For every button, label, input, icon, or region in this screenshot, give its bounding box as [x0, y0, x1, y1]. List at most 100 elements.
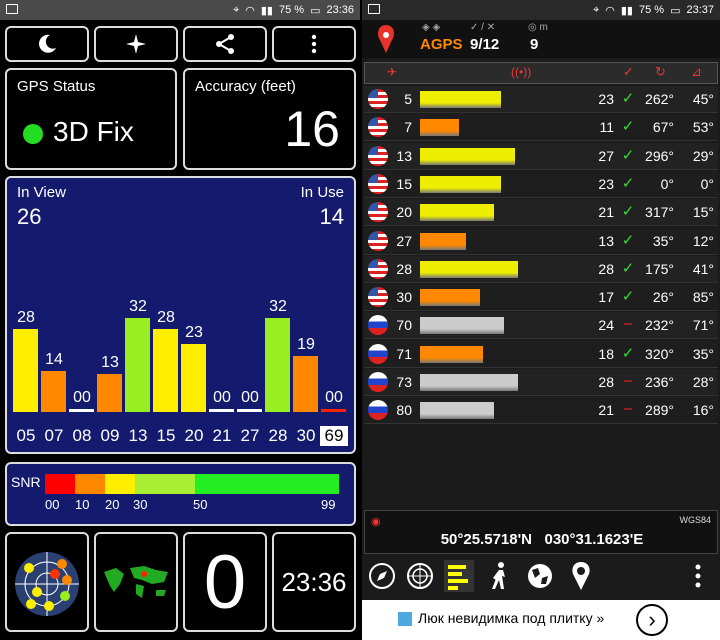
satellite-prn-label[interactable]: 27	[236, 426, 264, 446]
satellite-prn: 20	[396, 204, 412, 221]
satellite-prn-label[interactable]: 09	[96, 426, 124, 446]
snr-bar-69	[321, 409, 346, 412]
satellite-prn-label[interactable]: 69	[320, 426, 348, 446]
table-row[interactable]: 13 27 296° 29° ✓	[364, 142, 718, 170]
ru-flag-icon	[368, 315, 388, 336]
snr-level-bar	[420, 232, 466, 250]
wifi-icon: ◠	[245, 4, 255, 17]
world-map-button[interactable]	[94, 532, 178, 632]
elevation-value: 85°	[692, 289, 714, 306]
table-row[interactable]: 28 28 175° 41° ✓	[364, 255, 718, 283]
used-header-icon: ✓	[623, 64, 634, 79]
snr-scale-segment	[105, 474, 135, 494]
snr-value: 18	[598, 345, 614, 362]
satellite-prn-label[interactable]: 08	[68, 426, 96, 446]
satellite-prn-label[interactable]: 21	[208, 426, 236, 446]
globe-icon[interactable]	[526, 562, 554, 590]
azimuth-value: 232°	[645, 317, 674, 334]
satellite-prn-label[interactable]: 28	[264, 426, 292, 446]
snr-scale-segment	[75, 474, 105, 494]
snr-bar-value: 00	[325, 389, 343, 406]
satellite-prn: 5	[404, 91, 412, 107]
table-row[interactable]: 70 24 232° 71° –	[364, 312, 718, 340]
walk-icon[interactable]	[488, 562, 512, 590]
snr-bar-value: 32	[269, 297, 287, 315]
night-mode-button[interactable]	[5, 26, 89, 62]
ad-text[interactable]: Люк невидимка под плитку »	[418, 610, 604, 626]
ad-info-icon[interactable]	[398, 612, 412, 626]
used-in-fix-indicator: ✓	[621, 203, 635, 221]
sky-plot-icon	[15, 552, 79, 616]
satellite-prn: 15	[396, 175, 412, 192]
in-use-count: 14	[319, 204, 344, 229]
snr-value: 21	[598, 204, 614, 221]
compass-icon[interactable]	[368, 562, 396, 590]
snr-value: 23	[598, 91, 614, 107]
status-bar: ⌖ ◠ ▮▮ 75 % ▭ 23:36	[0, 0, 360, 20]
signal-bars-icon[interactable]	[444, 560, 474, 592]
us-flag-icon	[368, 230, 388, 251]
satellite-prn-label[interactable]: 20	[180, 426, 208, 446]
snr-scale-segment	[195, 474, 339, 494]
snr-value: 24	[598, 317, 614, 334]
table-row[interactable]: 5 23 262° 45° ✓	[364, 86, 718, 113]
table-row[interactable]: 80 21 289° 16° –	[364, 397, 718, 425]
table-row[interactable]: 27 13 35° 12° ✓	[364, 227, 718, 255]
snr-label: SNR	[11, 474, 41, 490]
battery-text: 75 %	[278, 4, 305, 16]
satellite-prn: 30	[396, 289, 412, 306]
table-row[interactable]: 73 28 236° 28° –	[364, 369, 718, 396]
satellite-prn-label[interactable]: 30	[292, 426, 320, 446]
satellite-prn: 7	[404, 119, 412, 136]
satellite-prn-label[interactable]: 15	[152, 426, 180, 446]
ad-open-button[interactable]: ›	[636, 604, 668, 636]
table-row[interactable]: 71 18 320° 35° ✓	[364, 340, 718, 368]
satellite-prn-label[interactable]: 07	[40, 426, 68, 446]
snr-level-bar	[420, 289, 480, 307]
clock-display-button[interactable]: 23:36	[272, 532, 356, 632]
speed-display-button[interactable]: 0	[183, 532, 267, 632]
sky-view-button[interactable]	[5, 532, 89, 632]
table-row[interactable]: 30 17 26° 85° ✓	[364, 284, 718, 312]
elevation-value: 29°	[692, 147, 714, 164]
satellite-prn-label[interactable]: 13	[124, 426, 152, 446]
position-icon: ◉	[371, 516, 381, 528]
signal-icon: ▮▮	[260, 4, 273, 17]
satellite-prn: 70	[396, 317, 412, 334]
us-flag-icon	[368, 145, 388, 166]
table-row[interactable]: 7 11 67° 53° ✓	[364, 114, 718, 142]
satellite-prn: 80	[396, 402, 412, 419]
used-in-fix-indicator: ✓	[621, 90, 635, 107]
compass-rose-icon	[126, 34, 146, 54]
elevation-value: 0°	[700, 175, 714, 192]
elevation-value: 41°	[692, 260, 714, 277]
used-in-fix-indicator: –	[623, 372, 633, 389]
us-flag-icon	[368, 258, 388, 279]
us-flag-icon	[368, 202, 388, 223]
battery-text: 75 %	[638, 4, 665, 16]
satellite-prn-label[interactable]: 05	[12, 426, 40, 446]
share-icon	[216, 34, 234, 54]
elevation-value: 35°	[692, 345, 714, 362]
snr-bar-15	[153, 329, 178, 412]
share-button[interactable]	[183, 26, 267, 62]
more-vertical-icon[interactable]	[694, 562, 702, 590]
more-button[interactable]	[272, 26, 356, 62]
location-pin-icon[interactable]	[570, 561, 592, 591]
bottom-toolbar	[362, 558, 720, 594]
snr-scale-tick: 30	[133, 497, 148, 512]
snr-bar-value: 14	[45, 350, 63, 368]
compass-button[interactable]	[94, 26, 178, 62]
snr-bar-07	[41, 370, 66, 412]
ad-banner[interactable]: Люк невидимка под плитку » ›	[362, 600, 720, 640]
used-in-fix-indicator: ✓	[621, 174, 635, 192]
snr-level-bar	[420, 345, 483, 363]
table-row[interactable]: 20 21 317° 15° ✓	[364, 199, 718, 227]
radar-icon[interactable]	[406, 562, 434, 590]
satellite-prn: 13	[396, 147, 412, 164]
table-row[interactable]: 15 23 0° 0° ✓	[364, 170, 718, 198]
moon-icon	[39, 34, 56, 53]
snr-scale-tick: 50	[193, 497, 208, 512]
agps-label: AGPS	[420, 36, 463, 53]
snr-scale-tick: 99	[321, 497, 336, 512]
